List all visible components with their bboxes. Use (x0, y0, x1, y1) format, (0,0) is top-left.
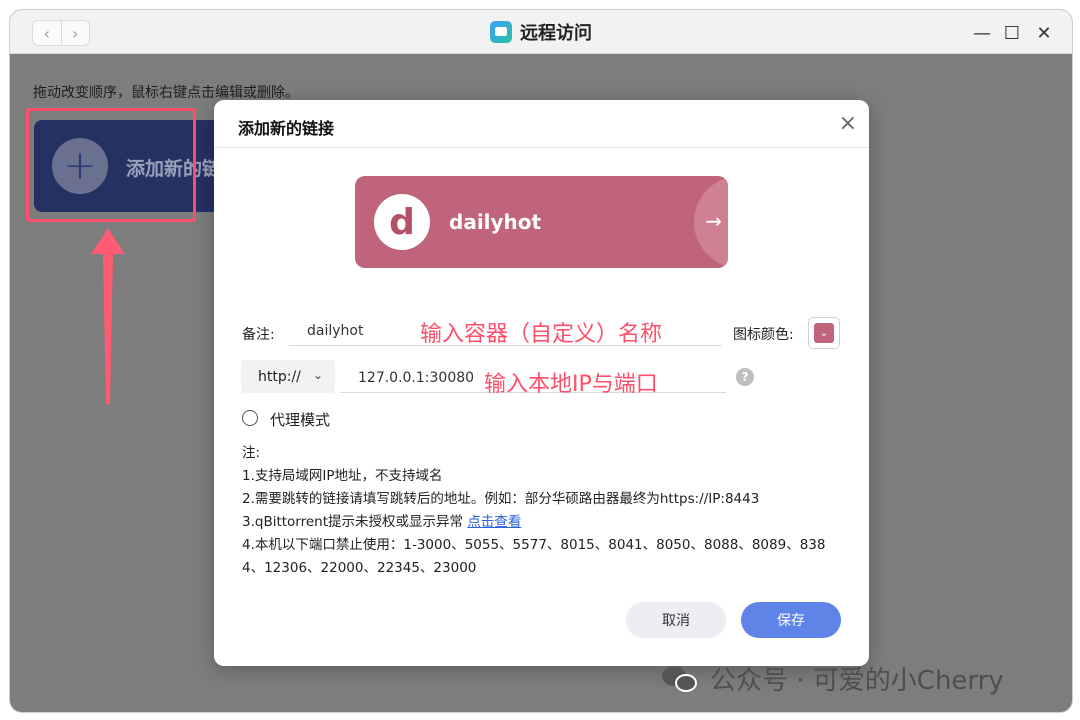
preview-name: dailyhot (449, 210, 542, 234)
window-title: 远程访问 (520, 23, 592, 44)
annotation-arrow-icon (91, 228, 125, 404)
note-line: 1.支持局域网IP地址，不支持域名 (242, 468, 443, 484)
address-input-value: 127.0.0.1:30080 (358, 369, 475, 386)
note-line: 3.qBittorrent提示未授权或显示异常 点击查看 (242, 511, 825, 534)
watermark: 公众号 · 可爱的小Cherry (662, 660, 1004, 697)
highlight-box (26, 108, 196, 222)
arrow-right-icon: → (705, 209, 722, 233)
protocol-select[interactable]: http:// ⌄ (241, 360, 335, 393)
chevron-down-icon: ⌄ (312, 368, 323, 382)
title-bar: ‹ › 远程访问 — ☐ ✕ (10, 10, 1072, 54)
window-close-button[interactable]: ✕ (1033, 22, 1055, 44)
proxy-mode-radio[interactable] (242, 410, 258, 426)
remark-label: 备注: (242, 327, 275, 343)
page-hint: 拖动改变顺序，鼠标右键点击编辑或删除。 (33, 85, 299, 101)
dialog-header: 添加新的链接 × (214, 100, 869, 148)
remark-annotation: 输入容器（自定义）名称 (420, 322, 663, 347)
view-link[interactable]: 点击查看 (467, 514, 521, 530)
address-annotation: 输入本地IP与端口 (484, 372, 658, 397)
note-line-text: 3.qBittorrent提示未授权或显示异常 (242, 514, 468, 530)
watermark-text: 公众号 · 可爱的小Cherry (710, 666, 1004, 696)
protocol-value: http:// (258, 368, 301, 385)
proxy-mode-label: 代理模式 (270, 411, 331, 429)
note-line: 4、12306、22000、22345、23000 (242, 560, 477, 576)
notes-heading: 注: (242, 445, 261, 461)
wechat-icon (662, 664, 700, 694)
add-link-dialog: 添加新的链接 × d dailyhot → 备注: dailyhot 输入容器（… (214, 100, 869, 666)
icon-color-picker[interactable]: ⌄ (808, 317, 840, 349)
window-title-area: 远程访问 (10, 10, 1072, 54)
remark-input-value: dailyhot (307, 322, 364, 339)
save-button[interactable]: 保存 (741, 602, 841, 638)
chevron-down-icon: ⌄ (814, 323, 834, 343)
help-icon[interactable]: ? (736, 368, 754, 386)
preview-avatar: d (374, 194, 430, 250)
minimize-button[interactable]: — (971, 22, 993, 44)
cancel-button[interactable]: 取消 (626, 602, 726, 638)
icon-color-label: 图标颜色: (733, 327, 794, 343)
remote-access-app-icon (490, 21, 512, 43)
dialog-title: 添加新的链接 (238, 119, 335, 138)
note-line: 2.需要跳转的链接请填写跳转后的地址。例如：部分华硕路由器最终为https://… (242, 491, 760, 507)
link-preview-card: d dailyhot → (355, 176, 728, 268)
notes-block: 注: 1.支持局域网IP地址，不支持域名 2.需要跳转的链接请填写跳转后的地址。… (242, 442, 825, 580)
dialog-close-icon[interactable]: × (839, 113, 857, 135)
note-line: 4.本机以下端口禁止使用：1-3000、5055、5577、8015、8041、… (242, 537, 826, 553)
maximize-button[interactable]: ☐ (1001, 22, 1023, 44)
